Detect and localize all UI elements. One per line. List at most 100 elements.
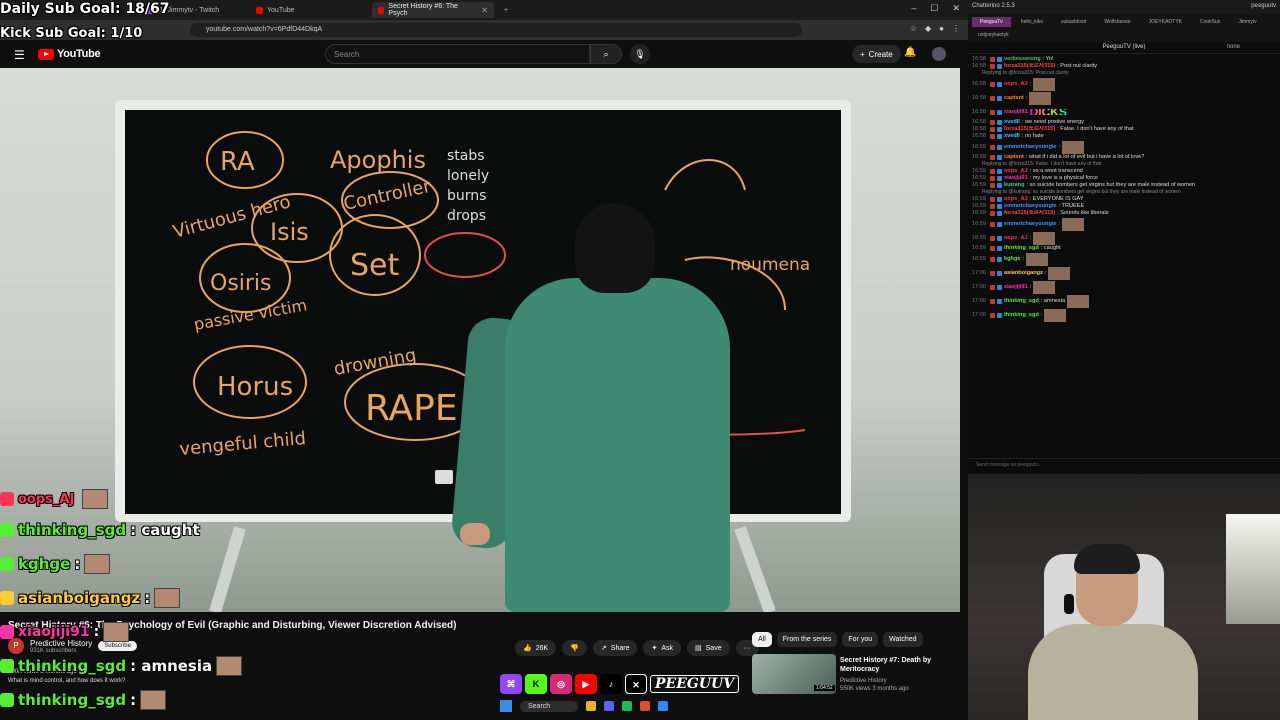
recommended-title[interactable]: Secret History #7: Death by Meritocracy	[840, 656, 960, 674]
chat-input[interactable]: Send message as peeguutv...	[968, 458, 1280, 470]
url-field[interactable]: youtube.com/watch?v=6PdfD44DkqA	[190, 23, 802, 37]
message-username[interactable]: asianboigangz	[1004, 270, 1043, 277]
chatterino-tab-notjoey[interactable]: notjoeykaotyk	[968, 30, 1280, 42]
spotify-icon[interactable]	[622, 701, 633, 711]
chatterino-tab[interactable]: PeeguuTv	[972, 17, 1011, 27]
chat-badge-icon	[0, 557, 14, 571]
share-icon: ↗	[600, 645, 607, 652]
chat-badge-icon	[990, 256, 995, 262]
message-username[interactable]: oops_AJ	[1004, 235, 1028, 242]
chatterino-tab[interactable]: Wolfsbanee	[1096, 17, 1138, 27]
filter-chip[interactable]: For you	[842, 632, 879, 647]
message-username[interactable]: thinking_sgd	[1004, 298, 1039, 305]
message-username[interactable]: xvedll	[1004, 119, 1020, 126]
message-username[interactable]: xiaojiji91	[1004, 175, 1028, 182]
message-timestamp: 16:59	[972, 143, 986, 150]
filter-chip[interactable]: Watched	[883, 632, 923, 647]
chat-badge-icon	[990, 246, 995, 251]
chatterino-tab[interactable]: JOEYKAOTYK	[1141, 17, 1190, 27]
message-username[interactable]: kutrang	[1004, 182, 1025, 189]
bookmark-icon[interactable]: ☆	[910, 24, 917, 33]
search-input[interactable]: Search	[325, 44, 590, 64]
profile-icon[interactable]: ●	[939, 24, 944, 33]
subscribe-button[interactable]: Subscribe	[98, 641, 137, 651]
chat-badge-icon	[0, 591, 14, 605]
filter-chip[interactable]: From the series	[776, 632, 838, 647]
menu-dots-icon[interactable]: ⋮	[952, 24, 960, 33]
overlay-message-text: : amnesia	[130, 657, 213, 675]
message-username[interactable]: thinking_sgd	[1004, 245, 1039, 252]
chatterino-tab[interactable]: Jimmytv	[1230, 17, 1264, 27]
recommendation-chips: All From the series For you Watched	[752, 632, 923, 647]
chat-badge-icon	[997, 127, 1002, 132]
message-timestamp: 17:00	[972, 283, 986, 290]
chatterino-tab[interactable]: hello_kiko	[1013, 17, 1051, 27]
recommended-video[interactable]: 1:04:52 Secret History #7: Death by Meri…	[752, 654, 962, 694]
voice-search-button[interactable]: 🎙	[630, 44, 650, 64]
message-username[interactable]: emmotchaeyoungie	[1004, 144, 1057, 151]
new-tab-button[interactable]: +	[498, 2, 514, 18]
reply-text: Replying to @forza315: Post nut clarity	[982, 70, 1069, 77]
message-username[interactable]: oops_AJ	[1004, 81, 1028, 88]
ask-button[interactable]: ✦ Ask	[643, 640, 682, 656]
share-button[interactable]: ↗ Share	[592, 640, 638, 656]
file-explorer-icon[interactable]	[586, 701, 597, 711]
dislike-button[interactable]: 👎	[562, 640, 587, 656]
chat-badge-icon	[997, 81, 1002, 87]
filter-chip[interactable]: All	[752, 632, 772, 647]
search-button[interactable]: ⌕	[590, 44, 622, 64]
message-username[interactable]: kghge	[1004, 256, 1020, 263]
notifications-bell-icon[interactable]: 🔔	[904, 47, 916, 58]
message-username[interactable]: forza315(포르자315)	[1004, 63, 1055, 70]
chat-badge-icon	[997, 235, 1002, 241]
message-username[interactable]: thinking_sgd	[1004, 312, 1039, 319]
youtube-logo[interactable]: YouTube	[38, 48, 101, 60]
message-timestamp: 16:58	[972, 63, 986, 70]
overlay-username: xiaojiji91	[18, 624, 90, 640]
chat-message: 16:59 oops_AJ:	[968, 231, 1280, 245]
chat-badge-icon	[0, 492, 14, 506]
overlay-username: thinking_sgd	[18, 521, 127, 539]
reply-text: Replying to @forza315: False. I don't ha…	[982, 161, 1102, 168]
browser-tab[interactable]: Secret History #6: The Psych ✕	[372, 2, 494, 18]
chat-badge-icon	[997, 176, 1002, 181]
extension-icon[interactable]: ◆	[925, 24, 931, 33]
save-button[interactable]: ▤ Save	[687, 640, 730, 656]
message-username[interactable]: oops_AJ	[1004, 168, 1028, 175]
taskbar-search[interactable]: Search	[520, 700, 579, 712]
browser-icon[interactable]	[640, 701, 651, 711]
message-username[interactable]: forza315(포르자315)	[1004, 210, 1055, 217]
chat-message: 16:59 oops_AJ: EVERYONE IS GAY	[968, 196, 1280, 203]
close-icon[interactable]: ✕	[952, 3, 960, 14]
mic-icon: 🎙	[634, 49, 646, 59]
windows-start-icon[interactable]	[500, 700, 512, 712]
message-text: : Yo!	[1042, 56, 1054, 63]
chatterino-tab[interactable]: sukasblood	[1053, 17, 1094, 27]
message-username[interactable]: forza315(포르자315)	[1004, 126, 1055, 133]
browser-tab[interactable]: YouTube	[250, 2, 360, 18]
message-username[interactable]: xiaojiji91	[1004, 109, 1028, 116]
message-text: :	[1040, 311, 1043, 318]
chatterino-tab[interactable]: CookSus	[1192, 17, 1228, 27]
create-button[interactable]: + Create	[852, 45, 901, 63]
chat-badge-icon	[990, 95, 995, 101]
message-username[interactable]: verbesserung	[1004, 56, 1041, 63]
message-username[interactable]: oops_AJ	[1004, 196, 1028, 203]
discord-icon[interactable]	[604, 701, 615, 711]
minimize-icon[interactable]: –	[911, 3, 916, 14]
hamburger-menu-icon[interactable]: ☰	[14, 48, 25, 62]
message-username[interactable]: captsnt	[1004, 95, 1024, 102]
maximize-icon[interactable]: ☐	[930, 3, 938, 14]
app-icon[interactable]	[658, 701, 669, 711]
message-username[interactable]: xiaojiji91	[1004, 284, 1028, 291]
message-timestamp: 16:58	[972, 108, 986, 115]
message-username[interactable]: emmotchaeyoungie	[1004, 221, 1057, 228]
message-username[interactable]: emmotchaeyoungie	[1004, 203, 1057, 210]
message-username[interactable]: xvedll	[1004, 133, 1020, 140]
like-button[interactable]: 👍 26K	[515, 640, 557, 656]
message-timestamp: 16:59	[972, 182, 986, 189]
tab-close-icon[interactable]: ✕	[481, 6, 488, 15]
chatterino-account[interactable]: peeguutv	[1251, 3, 1276, 9]
account-avatar[interactable]	[932, 47, 946, 61]
message-username[interactable]: captsnt	[1004, 154, 1024, 161]
